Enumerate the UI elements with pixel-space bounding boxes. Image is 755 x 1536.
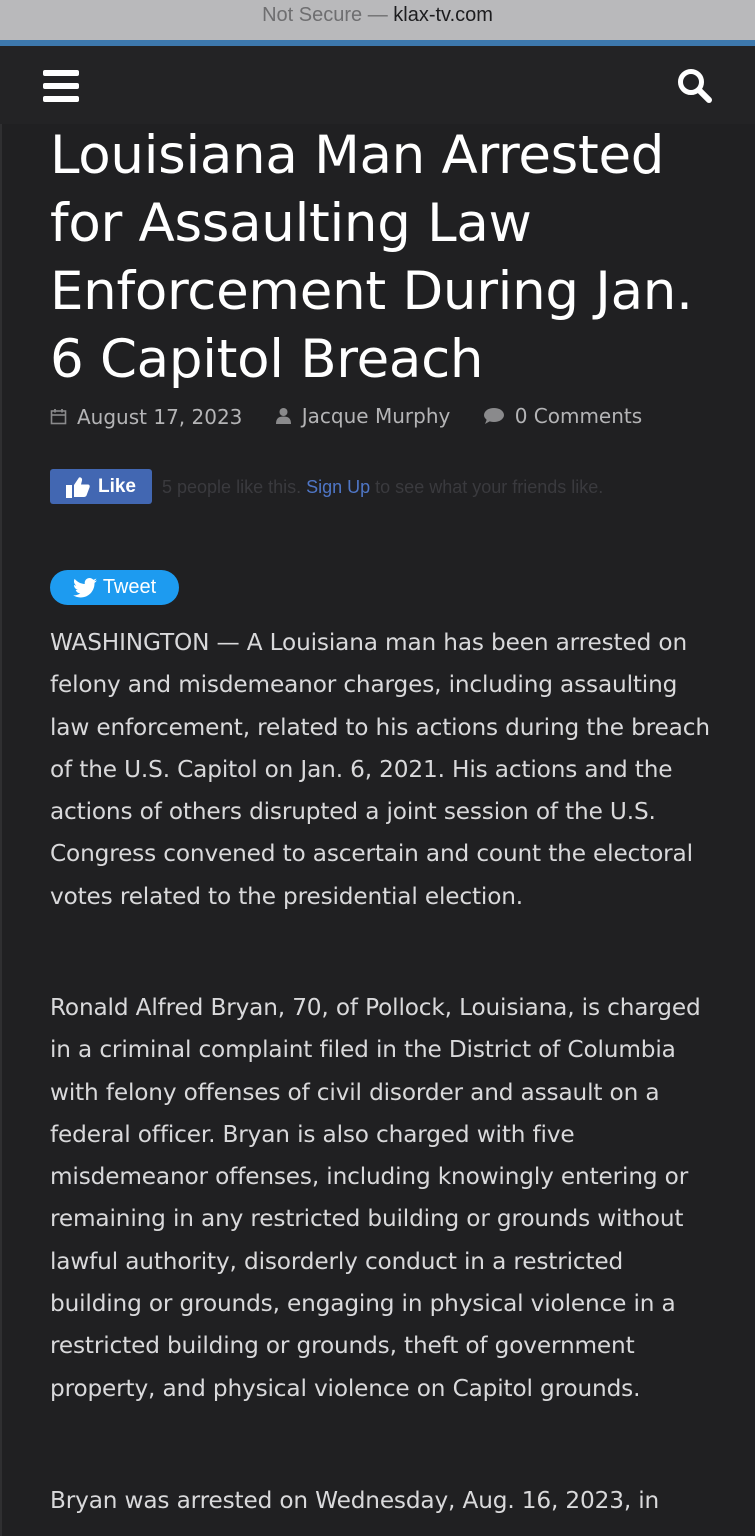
author-meta[interactable]: Jacque Murphy <box>275 400 451 432</box>
like-count-text: 5 people like this. <box>162 477 302 497</box>
article-paragraph-2: Ronald Alfred Bryan, 70, of Pollock, Lou… <box>50 994 701 1402</box>
article-title: Louisiana Man Arrested for Assaulting La… <box>50 125 693 390</box>
thumbs-up-icon <box>65 476 90 498</box>
article-date: August 17, 2023 <box>77 404 243 429</box>
tweet-button[interactable]: Tweet <box>50 570 179 605</box>
user-icon <box>275 408 291 424</box>
facebook-social-text: 5 people like this. Sign Up to see what … <box>162 471 603 503</box>
comments-meta[interactable]: 0 Comments <box>483 400 643 432</box>
signup-link[interactable]: Sign Up <box>306 477 370 497</box>
calendar-icon <box>50 409 67 425</box>
search-icon[interactable] <box>676 67 714 105</box>
comments-count: 0 Comments <box>514 404 643 428</box>
article-meta: August 17, 2023 Jacque Murphy 0 Comments <box>50 400 740 432</box>
article-author: Jacque Murphy <box>301 404 451 428</box>
site-navbar <box>0 46 755 124</box>
article-paragraph-3: Bryan was arrested on Wednesday, Aug. 16… <box>50 1487 660 1514</box>
hamburger-menu-icon[interactable] <box>43 70 79 102</box>
friends-like-text: to see what your friends like. <box>375 477 604 497</box>
like-label: Like <box>97 475 137 497</box>
article-paragraph-1: WASHINGTON — A Louisiana man has been ar… <box>50 629 710 910</box>
security-label: Not Secure — <box>262 4 388 26</box>
twitter-bird-icon <box>72 577 97 597</box>
tweet-label: Tweet <box>102 576 157 598</box>
facebook-like-button[interactable]: Like <box>50 469 152 504</box>
browser-address-bar[interactable]: Not Secure — klax-tv.com <box>0 0 755 40</box>
domain-label: klax-tv.com <box>393 4 493 26</box>
comment-icon <box>483 408 504 424</box>
date-meta[interactable]: August 17, 2023 <box>50 401 242 433</box>
